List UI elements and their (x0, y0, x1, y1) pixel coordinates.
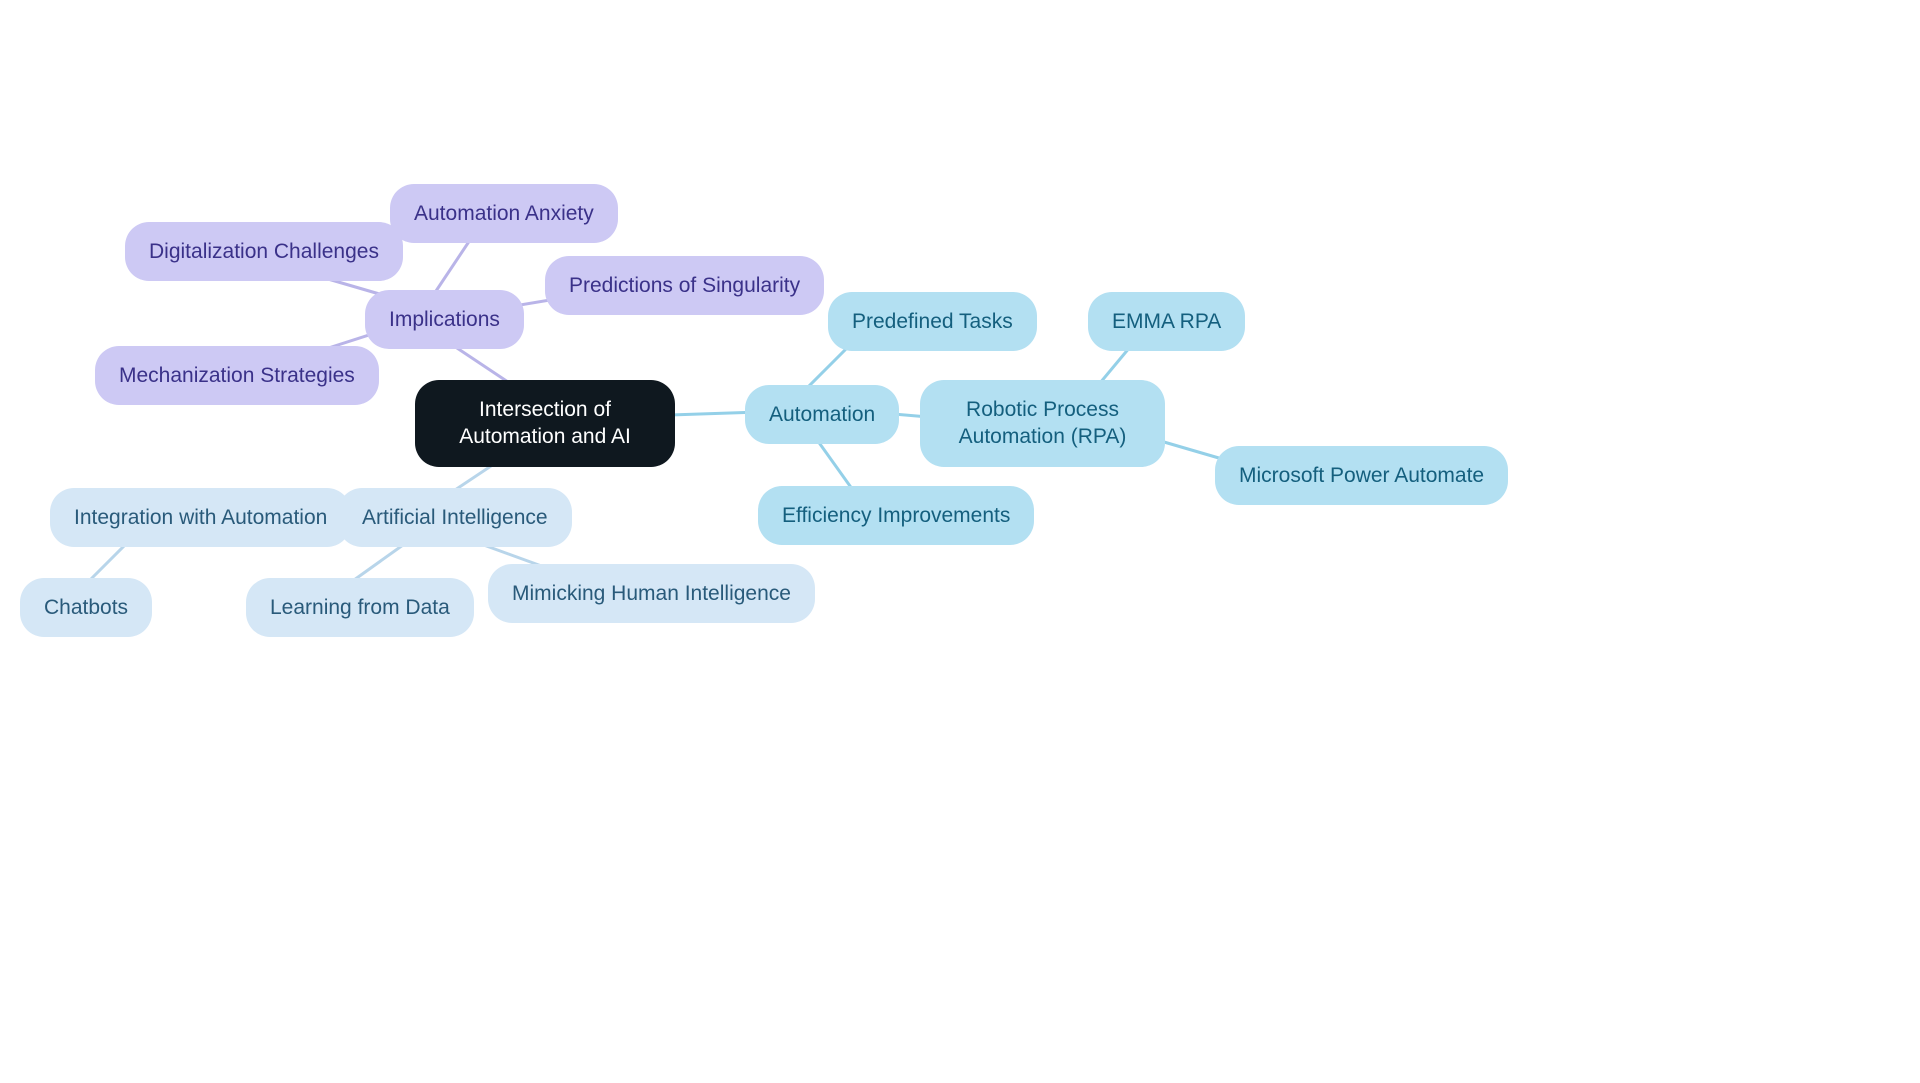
node-predictions-singularity[interactable]: Predictions of Singularity (545, 256, 824, 315)
node-learning-from-data[interactable]: Learning from Data (246, 578, 474, 637)
efficiency-improvements-label: Efficiency Improvements (782, 502, 1010, 529)
node-root[interactable]: Intersection of Automation and AI (415, 380, 675, 467)
node-digitalization-challenges[interactable]: Digitalization Challenges (125, 222, 403, 281)
chatbots-label: Chatbots (44, 594, 128, 621)
node-chatbots[interactable]: Chatbots (20, 578, 152, 637)
node-ms-power-automate[interactable]: Microsoft Power Automate (1215, 446, 1508, 505)
node-predefined-tasks[interactable]: Predefined Tasks (828, 292, 1037, 351)
predefined-tasks-label: Predefined Tasks (852, 308, 1013, 335)
root-label: Intersection of Automation and AI (439, 396, 651, 451)
node-implications[interactable]: Implications (365, 290, 524, 349)
digitalization-challenges-label: Digitalization Challenges (149, 238, 379, 265)
mechanization-strategies-label: Mechanization Strategies (119, 362, 355, 389)
ai-label: Artificial Intelligence (362, 504, 548, 531)
node-efficiency-improvements[interactable]: Efficiency Improvements (758, 486, 1034, 545)
automation-label: Automation (769, 401, 875, 428)
node-automation-anxiety[interactable]: Automation Anxiety (390, 184, 618, 243)
mindmap-canvas: Intersection of Automation and AI Implic… (0, 0, 1920, 1083)
node-automation[interactable]: Automation (745, 385, 899, 444)
node-mechanization-strategies[interactable]: Mechanization Strategies (95, 346, 379, 405)
automation-anxiety-label: Automation Anxiety (414, 200, 594, 227)
node-integration-automation[interactable]: Integration with Automation (50, 488, 351, 547)
emma-rpa-label: EMMA RPA (1112, 308, 1221, 335)
node-emma-rpa[interactable]: EMMA RPA (1088, 292, 1245, 351)
node-mimicking-human[interactable]: Mimicking Human Intelligence (488, 564, 815, 623)
integration-automation-label: Integration with Automation (74, 504, 327, 531)
learning-from-data-label: Learning from Data (270, 594, 450, 621)
ms-power-automate-label: Microsoft Power Automate (1239, 462, 1484, 489)
predictions-singularity-label: Predictions of Singularity (569, 272, 800, 299)
node-ai[interactable]: Artificial Intelligence (338, 488, 572, 547)
rpa-label: Robotic Process Automation (RPA) (944, 396, 1141, 451)
mimicking-human-label: Mimicking Human Intelligence (512, 580, 791, 607)
implications-label: Implications (389, 306, 500, 333)
node-rpa[interactable]: Robotic Process Automation (RPA) (920, 380, 1165, 467)
